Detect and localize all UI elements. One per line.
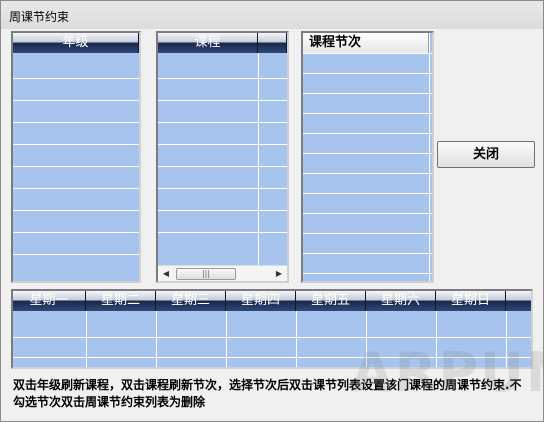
course-list[interactable]: 课程 ◀ ||| ▶ xyxy=(156,31,289,283)
grade-list-header[interactable]: 年级 xyxy=(13,33,139,53)
scroll-thumb[interactable]: ||| xyxy=(176,268,236,280)
dialog-window: 周课节约束 年级 课程 ◀ ||| ▶ 课程节次 关闭 星期一 星期二 星期三 … xyxy=(0,0,544,422)
watermark-logo: ARPUN xyxy=(351,341,544,404)
scroll-left-icon[interactable]: ◀ xyxy=(158,266,174,281)
header-friday[interactable]: 星期五 xyxy=(296,291,366,311)
header-sunday[interactable]: 星期日 xyxy=(436,291,506,311)
course-list-header-extra[interactable] xyxy=(258,33,287,53)
scroll-right-icon[interactable]: ▶ xyxy=(271,266,287,281)
period-list-header[interactable]: 课程节次 xyxy=(303,33,429,53)
window-title: 周课节约束 xyxy=(9,10,70,24)
grade-list[interactable]: 年级 xyxy=(11,31,141,283)
course-list-header[interactable]: 课程 xyxy=(158,33,258,53)
header-monday[interactable]: 星期一 xyxy=(13,291,86,311)
title-bar: 周课节约束 xyxy=(1,1,543,29)
close-button[interactable]: 关闭 xyxy=(437,141,535,168)
header-tuesday[interactable]: 星期二 xyxy=(86,291,156,311)
period-list[interactable]: 课程节次 xyxy=(301,31,434,283)
header-wednesday[interactable]: 星期三 xyxy=(156,291,226,311)
header-filler xyxy=(506,291,531,311)
header-saturday[interactable]: 星期六 xyxy=(366,291,436,311)
course-list-horizontal-scrollbar[interactable]: ◀ ||| ▶ xyxy=(158,265,287,281)
header-thursday[interactable]: 星期四 xyxy=(226,291,296,311)
